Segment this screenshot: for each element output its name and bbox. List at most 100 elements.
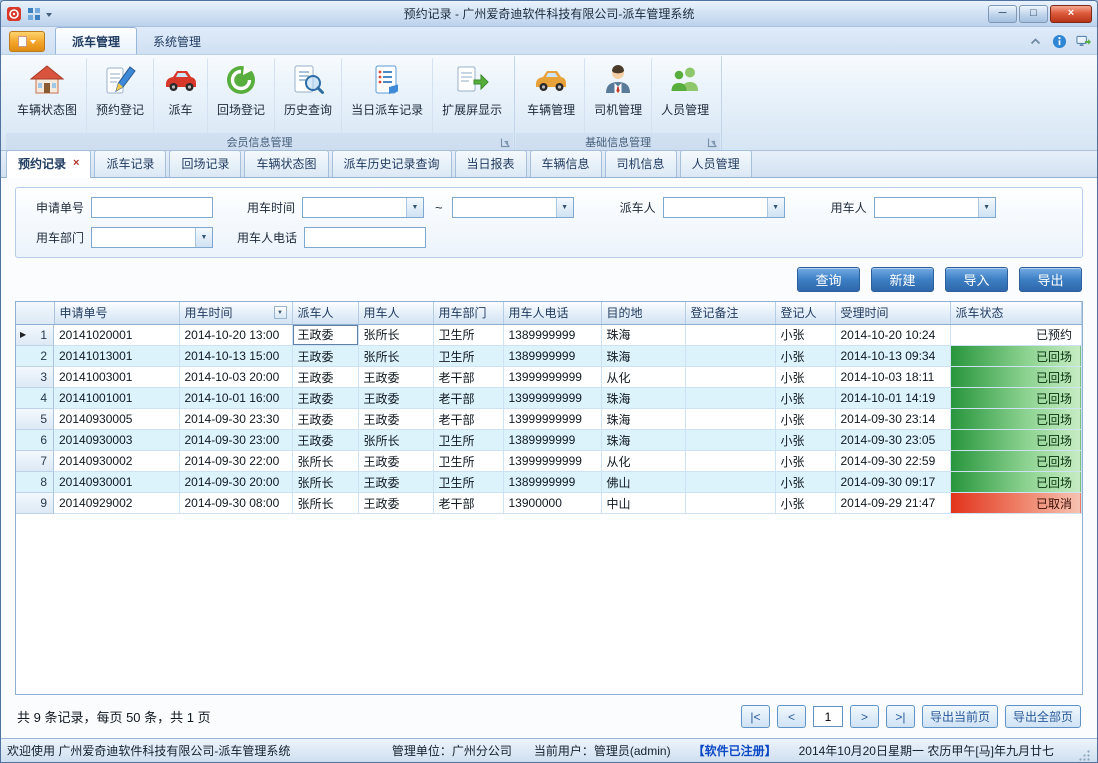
cell-dest[interactable]: 从化 [601, 451, 685, 472]
next-page-button[interactable]: > [850, 705, 879, 728]
cell-status[interactable]: 已回场 [950, 451, 1082, 472]
cell-dest[interactable]: 从化 [601, 367, 685, 388]
cell-dept[interactable]: 老干部 [433, 367, 503, 388]
cell-remark[interactable] [685, 346, 775, 367]
cell-status[interactable]: 已预约 [950, 324, 1082, 346]
cell-remark[interactable] [685, 451, 775, 472]
last-page-button[interactable]: >| [886, 705, 915, 728]
doc-tab-9[interactable]: 人员管理 [680, 150, 752, 177]
cell-remark[interactable] [685, 472, 775, 493]
display-switch-icon[interactable] [1076, 34, 1091, 49]
doc-tab-4[interactable]: 车辆状态图 [244, 150, 328, 177]
doc-tab-5[interactable]: 派车历史记录查询 [332, 150, 452, 177]
doc-tab-8[interactable]: 司机信息 [605, 150, 677, 177]
close-tab-icon[interactable]: × [73, 158, 79, 169]
column-header-6[interactable]: 用车人电话 [503, 302, 601, 324]
new-button[interactable]: 新建 [871, 267, 934, 292]
cell-dest[interactable]: 佛山 [601, 472, 685, 493]
cell-registrar[interactable]: 小张 [775, 388, 835, 409]
cell-registrar[interactable]: 小张 [775, 367, 835, 388]
row-selector[interactable]: 7 [16, 451, 54, 472]
cell-time[interactable]: 2014-10-20 13:00 [179, 324, 292, 346]
chevron-down-icon[interactable]: ▼ [556, 198, 573, 217]
order-no-input[interactable] [91, 197, 213, 218]
maximize-button[interactable]: □ [1019, 5, 1048, 23]
export-all-pages-button[interactable]: 导出全部页 [1005, 705, 1081, 728]
cell-dispatcher[interactable]: 张所长 [292, 451, 358, 472]
cell-registrar[interactable]: 小张 [775, 430, 835, 451]
ribbon-button-history-search[interactable]: 历史查询 [274, 58, 341, 133]
cell-time[interactable]: 2014-09-30 23:00 [179, 430, 292, 451]
prev-page-button[interactable]: < [777, 705, 806, 728]
column-header-1[interactable]: 申请单号 [54, 302, 179, 324]
cell-phone[interactable]: 13999999999 [503, 409, 601, 430]
row-selector[interactable]: 3 [16, 367, 54, 388]
cell-dept[interactable]: 老干部 [433, 493, 503, 514]
grid-row[interactable]: 9201409290022014-09-30 08:00张所长王政委老干部139… [16, 493, 1082, 514]
cell-dept[interactable]: 卫生所 [433, 472, 503, 493]
cell-accepted[interactable]: 2014-09-30 23:14 [835, 409, 950, 430]
cell-status[interactable]: 已回场 [950, 346, 1082, 367]
dispatcher-combo[interactable]: ▼ [663, 197, 785, 218]
application-menu-button[interactable] [9, 31, 45, 52]
first-page-button[interactable]: |< [741, 705, 770, 728]
cell-dept[interactable]: 老干部 [433, 409, 503, 430]
cell-status[interactable]: 已回场 [950, 472, 1082, 493]
grid-row[interactable]: 7201409300022014-09-30 22:00张所长王政委卫生所139… [16, 451, 1082, 472]
ribbon-button-extend-screen[interactable]: 扩展屏显示 [432, 58, 511, 133]
grid-row[interactable]: 4201410010012014-10-01 16:00王政委王政委老干部139… [16, 388, 1082, 409]
doc-tab-3[interactable]: 回场记录 [169, 150, 241, 177]
collapse-ribbon-icon[interactable] [1028, 34, 1043, 49]
ribbon-button-reservation[interactable]: 预约登记 [86, 58, 153, 133]
row-selector[interactable]: 4 [16, 388, 54, 409]
row-selector[interactable]: ▶1 [16, 325, 54, 346]
chevron-down-icon[interactable]: ▼ [406, 198, 423, 217]
cell-order[interactable]: 20140930002 [54, 451, 179, 472]
cell-dept[interactable]: 卫生所 [433, 451, 503, 472]
cell-registrar[interactable]: 小张 [775, 451, 835, 472]
export-button[interactable]: 导出 [1019, 267, 1082, 292]
cell-registrar[interactable]: 小张 [775, 409, 835, 430]
cell-remark[interactable] [685, 388, 775, 409]
column-header-3[interactable]: 派车人 [292, 302, 358, 324]
row-selector[interactable]: 6 [16, 430, 54, 451]
cell-time[interactable]: 2014-10-03 20:00 [179, 367, 292, 388]
qat-dropdown-icon[interactable] [46, 13, 52, 17]
column-header-7[interactable]: 目的地 [601, 302, 685, 324]
column-header-2[interactable]: 用车时间▼ [179, 302, 292, 324]
doc-tab-1[interactable]: 预约记录× [6, 150, 91, 178]
import-button[interactable]: 导入 [945, 267, 1008, 292]
cell-phone[interactable]: 1389999999 [503, 472, 601, 493]
use-time-to-combo[interactable]: ▼ [452, 197, 574, 218]
use-time-from-combo[interactable]: ▼ [302, 197, 424, 218]
cell-dispatcher[interactable]: 张所长 [292, 493, 358, 514]
cell-dispatcher[interactable]: 王政委 [292, 409, 358, 430]
cell-time[interactable]: 2014-09-30 22:00 [179, 451, 292, 472]
cell-dest[interactable]: 珠海 [601, 430, 685, 451]
cell-accepted[interactable]: 2014-10-03 18:11 [835, 367, 950, 388]
query-button[interactable]: 查询 [797, 267, 860, 292]
grid-row[interactable]: 2201410130012014-10-13 15:00王政委张所长卫生所138… [16, 346, 1082, 367]
info-icon[interactable] [1052, 34, 1067, 49]
resize-grip-icon[interactable] [1078, 749, 1091, 762]
page-number-input[interactable] [813, 706, 843, 727]
cell-user[interactable]: 王政委 [358, 472, 433, 493]
ribbon-button-vehicle-status[interactable]: 车辆状态图 [8, 58, 86, 133]
grid-row[interactable]: ▶1201410200012014-10-20 13:00王政委张所长卫生所13… [16, 324, 1082, 346]
ribbon-button-dispatch-car[interactable]: 派车 [153, 58, 207, 133]
cell-accepted[interactable]: 2014-09-30 22:59 [835, 451, 950, 472]
cell-status[interactable]: 已回场 [950, 367, 1082, 388]
cell-user[interactable]: 王政委 [358, 409, 433, 430]
cell-accepted[interactable]: 2014-09-30 09:17 [835, 472, 950, 493]
grid-row[interactable]: 5201409300052014-09-30 23:30王政委王政委老干部139… [16, 409, 1082, 430]
cell-dispatcher[interactable]: 王政委 [292, 388, 358, 409]
column-header-8[interactable]: 登记备注 [685, 302, 775, 324]
cell-order[interactable]: 20141020001 [54, 324, 179, 346]
cell-dest[interactable]: 珠海 [601, 324, 685, 346]
cell-time[interactable]: 2014-10-01 16:00 [179, 388, 292, 409]
qat-grid-icon[interactable] [26, 6, 42, 22]
cell-dispatcher[interactable]: 王政委 [292, 324, 358, 346]
cell-dest[interactable]: 珠海 [601, 409, 685, 430]
cell-dispatcher[interactable]: 张所长 [292, 472, 358, 493]
column-header-5[interactable]: 用车部门 [433, 302, 503, 324]
